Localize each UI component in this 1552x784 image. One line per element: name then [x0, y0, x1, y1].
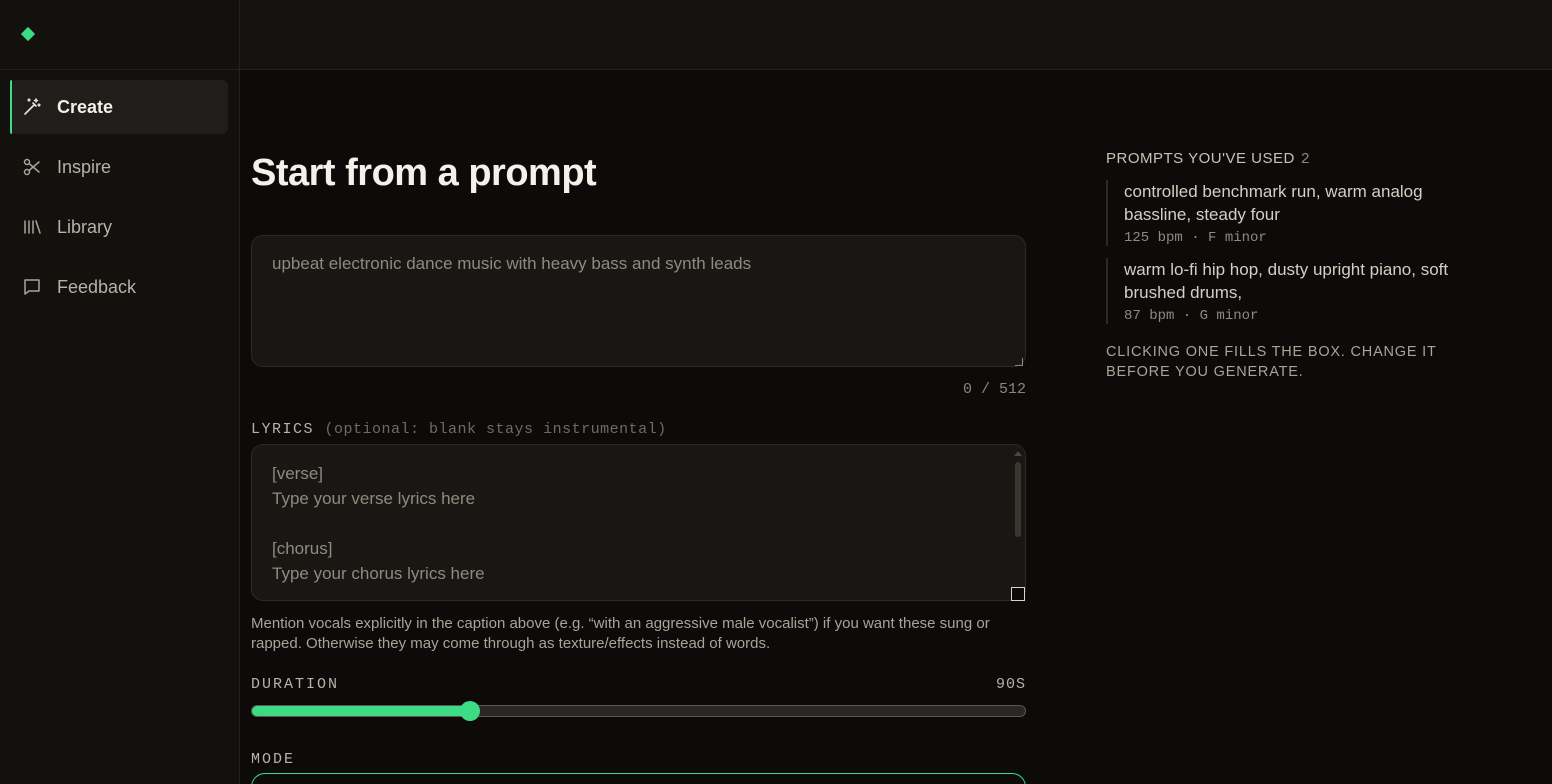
scroll-up-arrow-icon[interactable]	[1014, 451, 1022, 456]
sidebar-item-inspire[interactable]: Inspire	[10, 140, 228, 194]
magic-wand-icon	[22, 97, 42, 117]
slider-thumb[interactable]	[459, 701, 480, 721]
history-item-meta: 125 bpm · F minor	[1124, 230, 1267, 246]
history-heading: PROMPTS YOU'VE USED 2	[1106, 150, 1466, 168]
diamond-icon[interactable]	[20, 26, 36, 42]
sidebar: Create Inspire Library Feedback	[0, 0, 240, 784]
lyrics-line: [chorus]	[272, 539, 333, 558]
scissors-icon	[22, 157, 42, 177]
lyrics-line	[272, 511, 1005, 536]
sidebar-item-label: Inspire	[57, 156, 112, 177]
brand-area	[0, 0, 239, 70]
lyrics-label-text: LYRICS	[251, 421, 315, 438]
library-icon	[22, 217, 42, 237]
scroll-thumb[interactable]	[1015, 462, 1021, 537]
duration-label: DURATION	[251, 676, 340, 693]
lyrics-line: Type your chorus lyrics here	[272, 564, 485, 583]
page-title: Start from a prompt	[251, 152, 597, 194]
resize-grip-icon[interactable]	[1011, 587, 1025, 601]
prompt-input[interactable]	[251, 235, 1026, 367]
lyrics-optional-note: (optional: blank stays instrumental)	[324, 421, 667, 438]
sidebar-item-create[interactable]: Create	[10, 80, 228, 134]
mode-selector[interactable]	[251, 773, 1026, 784]
history-item[interactable]: warm lo-fi hip hop, dusty upright piano,…	[1106, 258, 1466, 324]
resize-grip-icon[interactable]	[1015, 358, 1023, 366]
sidebar-item-feedback[interactable]: Feedback	[10, 260, 228, 314]
sidebar-item-label: Feedback	[57, 276, 137, 297]
duration-value: 90S	[995, 676, 1026, 693]
history-heading-text: PROMPTS YOU'VE USED	[1106, 150, 1295, 167]
history-item-text: warm lo-fi hip hop, dusty upright piano,…	[1124, 260, 1449, 302]
history-note: CLICKING ONE FILLS THE BOX. CHANGE IT BE…	[1106, 344, 1437, 380]
message-square-icon	[22, 277, 42, 297]
mode-label: MODE	[251, 751, 296, 768]
history-item-meta: 87 bpm · G minor	[1124, 308, 1259, 324]
history-item[interactable]: controlled benchmark run, warm analog ba…	[1106, 180, 1466, 246]
prompt-history: PROMPTS YOU'VE USED 2 controlled benchmar…	[1106, 150, 1466, 382]
lyrics-line: [verse]	[272, 464, 324, 483]
history-item-text: controlled benchmark run, warm analog ba…	[1124, 182, 1423, 224]
slider-fill	[252, 706, 470, 716]
lyrics-scrollbar[interactable]	[1014, 451, 1022, 595]
char-count: 0 / 512	[962, 381, 1026, 398]
top-bar	[240, 0, 1552, 70]
lyrics-line: Type your verse lyrics here	[272, 489, 476, 508]
sidebar-item-library[interactable]: Library	[10, 200, 228, 254]
lyrics-label: LYRICS (optional: blank stays instrument…	[251, 421, 667, 438]
lyrics-input[interactable]: [verse] Type your verse lyrics here [cho…	[251, 444, 1026, 601]
vocal-hint: Mention vocals explicitly in the caption…	[251, 615, 990, 652]
sidebar-item-label: Library	[57, 216, 113, 237]
sidebar-nav: Create Inspire Library Feedback	[0, 70, 239, 314]
duration-slider[interactable]	[251, 701, 1026, 721]
sidebar-item-label: Create	[57, 96, 114, 117]
history-count: 2	[1300, 151, 1311, 168]
